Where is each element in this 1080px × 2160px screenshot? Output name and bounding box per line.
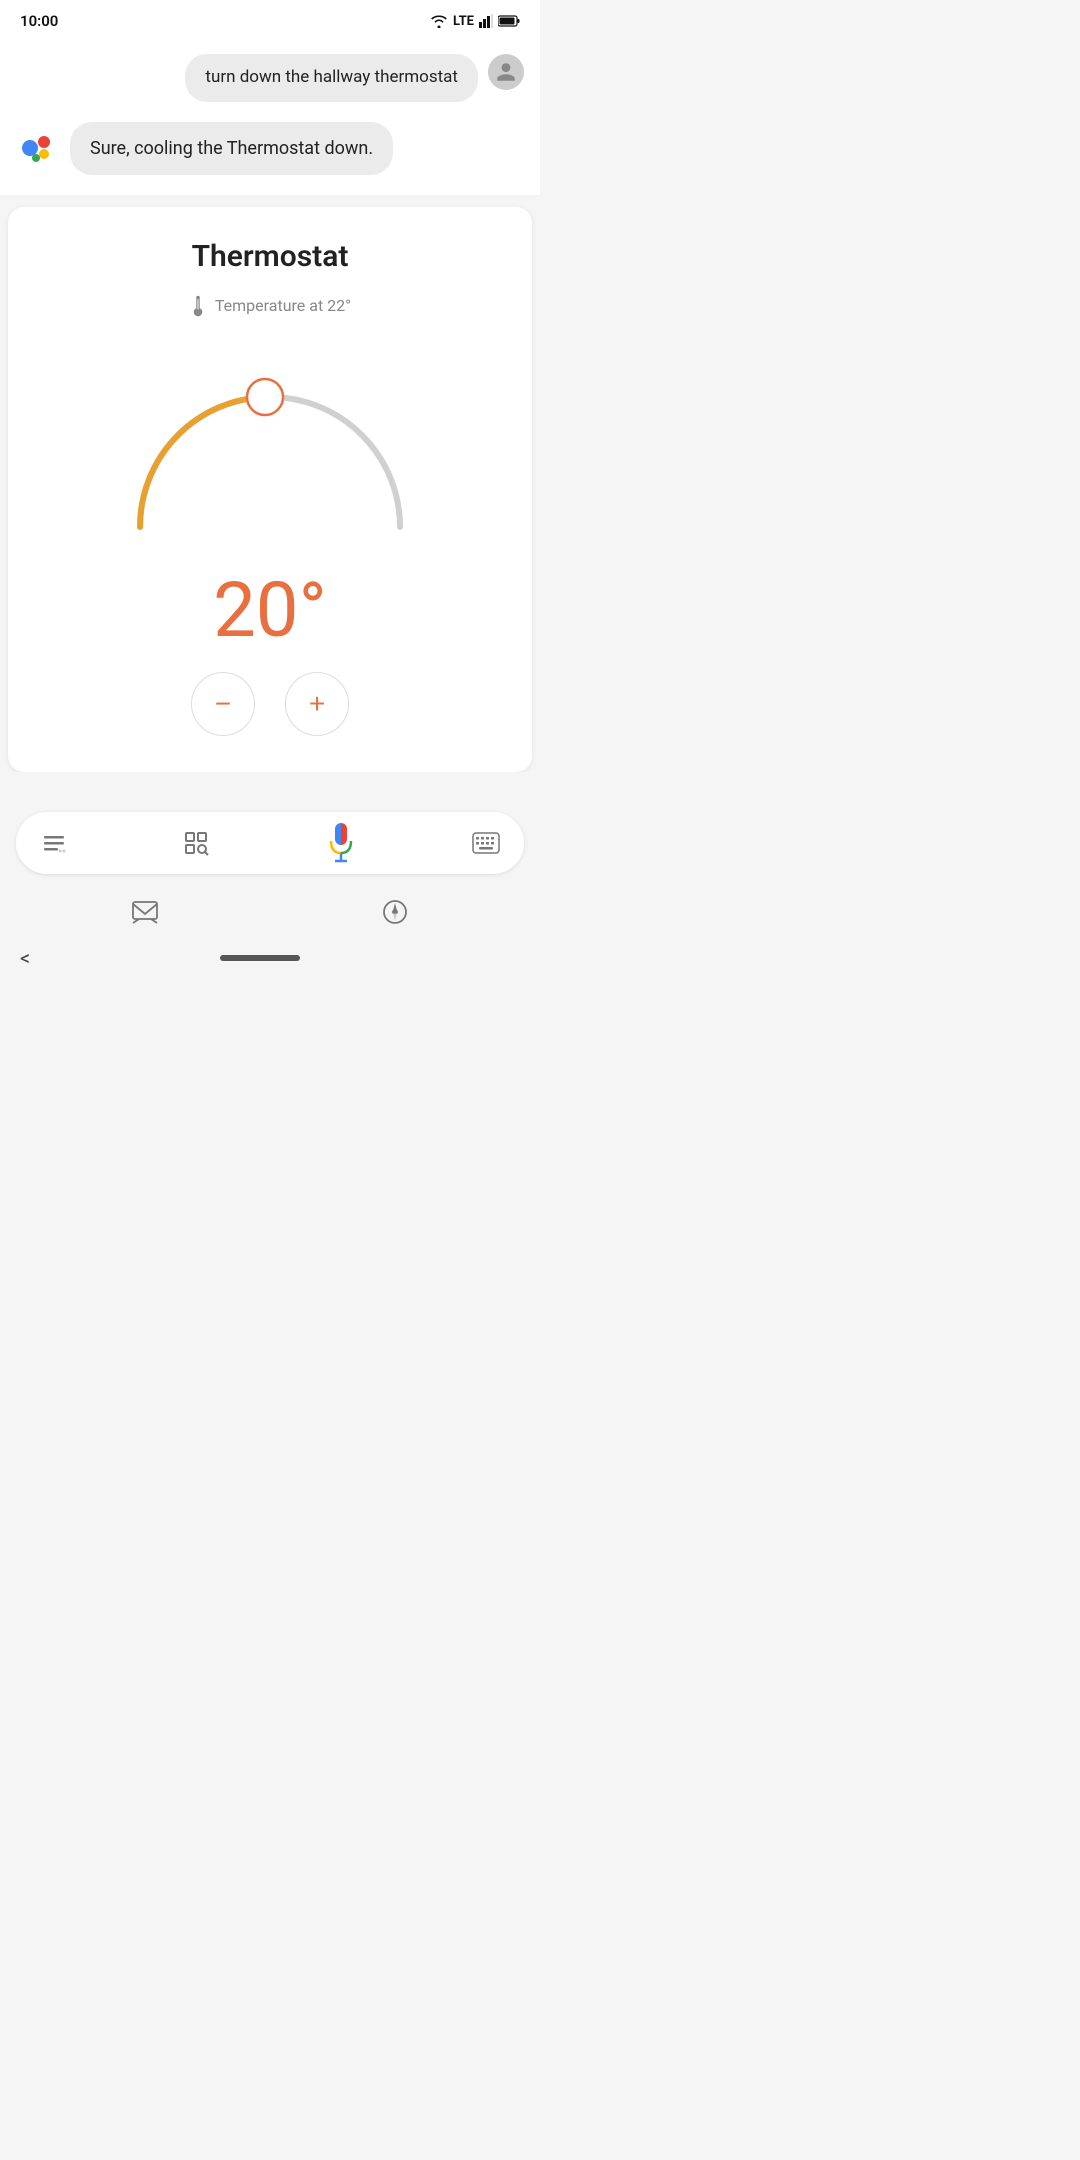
status-time: 10:00: [20, 12, 58, 30]
wifi-icon: [430, 14, 448, 28]
signal-icon: [479, 14, 493, 28]
home-pill[interactable]: [220, 955, 300, 961]
user-avatar-icon: [495, 61, 517, 83]
mic-icon[interactable]: [320, 822, 362, 864]
compass-icon[interactable]: [377, 894, 413, 930]
thermostat-card: Thermostat Temperature at 22° 20° − +: [8, 207, 532, 772]
assistant-row: Sure, cooling the Thermostat down.: [16, 122, 524, 175]
minus-label: −: [215, 688, 231, 720]
user-message-text: turn down the hallway thermostat: [205, 67, 458, 87]
nav-bar: [0, 882, 540, 938]
temp-label-row: Temperature at 22°: [32, 294, 508, 318]
scan-icon[interactable]: [178, 825, 214, 861]
temp-label-text: Temperature at 22°: [215, 296, 351, 315]
message-icon[interactable]: [127, 894, 163, 930]
user-avatar: [488, 54, 524, 90]
user-message-row: turn down the hallway thermostat: [16, 54, 524, 102]
google-assistant-logo: [16, 126, 60, 170]
plus-label: +: [309, 688, 325, 720]
controls-row: − +: [32, 672, 508, 736]
keyboard-icon[interactable]: [468, 825, 504, 861]
thermostat-title: Thermostat: [32, 239, 508, 274]
decrease-temp-button[interactable]: −: [191, 672, 255, 736]
battery-icon: [498, 15, 520, 27]
bottom-area: <: [0, 772, 540, 982]
status-bar: 10:00 LTE: [0, 0, 540, 38]
status-icons: LTE: [430, 14, 520, 29]
lte-label: LTE: [453, 14, 474, 29]
assistant-message-bubble: Sure, cooling the Thermostat down.: [70, 122, 393, 175]
increase-temp-button[interactable]: +: [285, 672, 349, 736]
thermostat-dial: [120, 342, 420, 542]
temp-display: 20°: [32, 572, 508, 648]
chat-area: turn down the hallway thermostat Sure, c: [0, 38, 540, 195]
user-message-bubble: turn down the hallway thermostat: [185, 54, 478, 102]
menu-icon[interactable]: [36, 825, 72, 861]
home-indicator-row: <: [0, 938, 540, 982]
thermometer-icon: [189, 294, 207, 318]
input-bar: [16, 812, 524, 874]
assistant-message-text: Sure, cooling the Thermostat down.: [90, 138, 373, 159]
back-button[interactable]: <: [20, 946, 30, 970]
